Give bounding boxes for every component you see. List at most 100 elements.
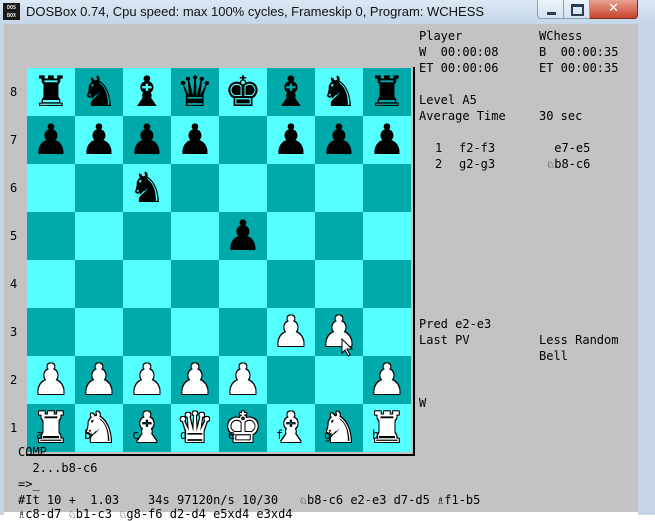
black-knight-icon[interactable]: ♞ [80,68,118,116]
maximize-button[interactable] [564,0,590,19]
square-g1[interactable]: ♞ [315,404,363,452]
square-c2[interactable]: ♟ [123,356,171,404]
square-d4[interactable] [171,260,219,308]
square-a2[interactable]: ♟ [27,356,75,404]
command-prompt[interactable]: =>_ [18,477,40,491]
square-g8[interactable]: ♞ [315,68,363,116]
square-e3[interactable] [219,308,267,356]
square-g3[interactable]: ♟ [315,308,363,356]
square-c3[interactable] [123,308,171,356]
square-e7[interactable] [219,116,267,164]
square-h6[interactable] [363,164,411,212]
black-bishop-icon[interactable]: ♝ [128,68,166,116]
square-g4[interactable] [315,260,363,308]
white-pawn-icon[interactable]: ♟ [224,356,262,404]
square-e6[interactable] [219,164,267,212]
black-pawn-icon[interactable]: ♟ [224,212,262,260]
square-h4[interactable] [363,260,411,308]
move-black: e7-e5 [547,141,591,155]
square-d1[interactable]: ♛ [171,404,219,452]
square-b4[interactable] [75,260,123,308]
square-c1[interactable]: ♝ [123,404,171,452]
square-b2[interactable]: ♟ [75,356,123,404]
black-pawn-icon[interactable]: ♟ [320,116,358,164]
square-h7[interactable]: ♟ [363,116,411,164]
square-f4[interactable] [267,260,315,308]
square-b6[interactable] [75,164,123,212]
square-e5[interactable]: ♟ [219,212,267,260]
square-b3[interactable] [75,308,123,356]
square-a3[interactable] [27,308,75,356]
square-d8[interactable]: ♛ [171,68,219,116]
square-f6[interactable] [267,164,315,212]
white-pawn-icon[interactable]: ♟ [176,356,214,404]
square-g5[interactable] [315,212,363,260]
white-pawn-icon[interactable]: ♟ [272,308,310,356]
black-queen-icon[interactable]: ♛ [176,68,214,116]
window-titlebar[interactable]: DOS BOX DOSBox 0.74, Cpu speed: max 100%… [0,0,655,25]
white-pawn-icon[interactable]: ♟ [80,356,118,404]
square-b5[interactable] [75,212,123,260]
square-b7[interactable]: ♟ [75,116,123,164]
square-a8[interactable]: ♜ [27,68,75,116]
square-a5[interactable] [27,212,75,260]
chess-board[interactable]: ♜ ♞ ♝ ♛ ♚ ♝ ♞ ♜ ♟ ♟ ♟ ♟ ♟ ♟ ♟ ♞ ♟ ♟ ♟ ♟ ♟ ♟ ♟ ♟ ♟ ♜ ♞ ♝ ♛ ♚ ♝ ♞ ♜ [26,67,415,456]
minimize-button[interactable] [537,0,564,19]
square-f1[interactable]: ♝ [267,404,315,452]
square-g2[interactable] [315,356,363,404]
black-pawn-icon[interactable]: ♟ [368,116,406,164]
search-info-line: #It 10 + 1.03 34s 97120n/s 10/30 ♘b8-c6 … [18,493,481,507]
black-king-icon[interactable]: ♚ [224,68,262,116]
square-d2[interactable]: ♟ [171,356,219,404]
square-a6[interactable] [27,164,75,212]
square-h2[interactable]: ♟ [363,356,411,404]
square-h8[interactable]: ♜ [363,68,411,116]
square-d5[interactable] [171,212,219,260]
square-d6[interactable] [171,164,219,212]
square-e1[interactable]: ♚ [219,404,267,452]
square-c8[interactable]: ♝ [123,68,171,116]
black-bishop-icon[interactable]: ♝ [272,68,310,116]
square-c4[interactable] [123,260,171,308]
square-h5[interactable] [363,212,411,260]
black-pawn-icon[interactable]: ♟ [272,116,310,164]
square-f7[interactable]: ♟ [267,116,315,164]
black-pawn-icon[interactable]: ♟ [128,116,166,164]
square-e2[interactable]: ♟ [219,356,267,404]
white-pawn-icon[interactable]: ♟ [32,356,70,404]
black-pawn-icon[interactable]: ♟ [32,116,70,164]
dosbox-app-icon[interactable]: DOS BOX [3,3,20,20]
square-f5[interactable] [267,212,315,260]
square-d7[interactable]: ♟ [171,116,219,164]
close-button[interactable]: ✕ [590,0,638,19]
black-knight-icon[interactable]: ♞ [128,164,166,212]
square-h3[interactable] [363,308,411,356]
square-f3[interactable]: ♟ [267,308,315,356]
square-b1[interactable]: ♞ [75,404,123,452]
square-f8[interactable]: ♝ [267,68,315,116]
square-g6[interactable] [315,164,363,212]
square-g7[interactable]: ♟ [315,116,363,164]
square-e8[interactable]: ♚ [219,68,267,116]
file-label: h [372,428,380,442]
square-h1[interactable]: ♜ [363,404,411,452]
white-pawn-icon[interactable]: ♟ [368,356,406,404]
square-a4[interactable] [27,260,75,308]
white-pawn-icon[interactable]: ♟ [128,356,166,404]
black-rook-icon[interactable]: ♜ [32,68,70,116]
black-knight-icon[interactable]: ♞ [320,68,358,116]
black-pawn-icon[interactable]: ♟ [176,116,214,164]
square-b8[interactable]: ♞ [75,68,123,116]
square-c6[interactable]: ♞ [123,164,171,212]
black-rook-icon[interactable]: ♜ [368,68,406,116]
square-c7[interactable]: ♟ [123,116,171,164]
file-label: e [228,428,236,442]
square-a7[interactable]: ♟ [27,116,75,164]
square-e4[interactable] [219,260,267,308]
square-c5[interactable] [123,212,171,260]
white-clock: W 00:00:08 [419,45,499,59]
black-pawn-icon[interactable]: ♟ [80,116,118,164]
square-f2[interactable] [267,356,315,404]
square-d3[interactable] [171,308,219,356]
dos-screen[interactable]: ♜ ♞ ♝ ♛ ♚ ♝ ♞ ♜ ♟ ♟ ♟ ♟ ♟ ♟ ♟ ♞ ♟ ♟ ♟ ♟ ♟ ♟ ♟ ♟ ♟ ♜ ♞ ♝ ♛ ♚ ♝ ♞ ♜ 8 7 6 5 4 3… [4,24,638,521]
